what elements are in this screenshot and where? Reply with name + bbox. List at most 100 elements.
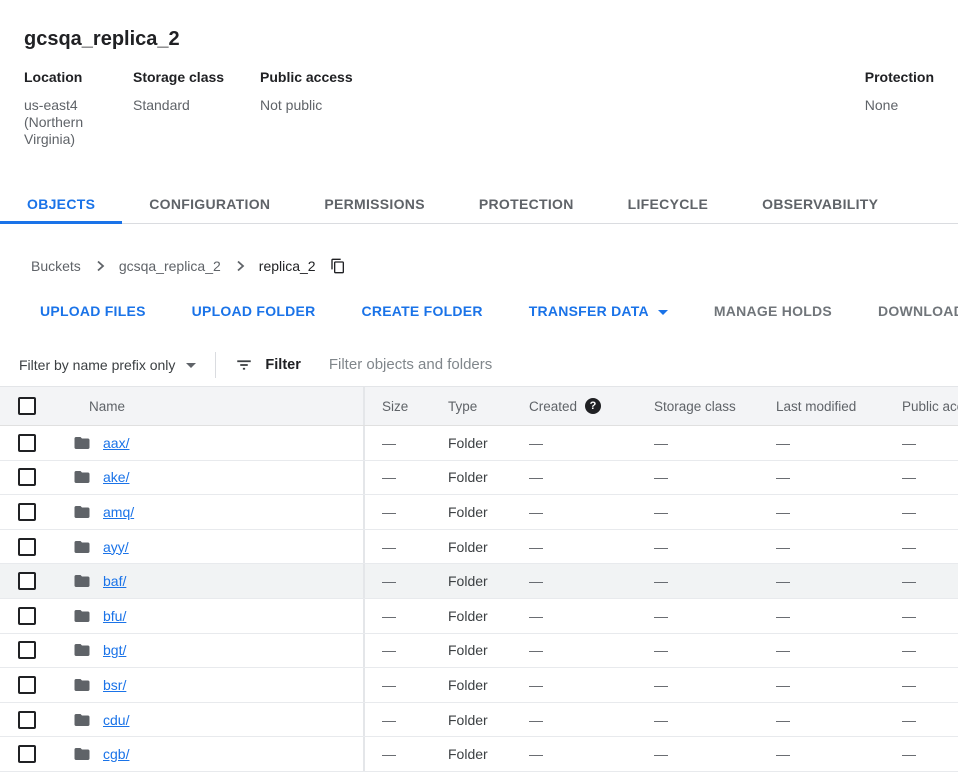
objects-table: Name Size Type Created ? Storage class L…	[0, 387, 958, 772]
row-checkbox[interactable]	[18, 538, 36, 556]
metadata-label: Public access	[260, 69, 865, 85]
row-cell-select	[0, 564, 55, 598]
row-checkbox[interactable]	[18, 711, 36, 729]
row-cell-type: Folder	[425, 573, 513, 589]
row-cell-select	[0, 599, 55, 633]
toolbar-disabled-button[interactable]: MANAGE HOLDS	[714, 303, 832, 319]
folder-link[interactable]: bsr/	[103, 677, 126, 693]
bucket-title: gcsqa_replica_2	[24, 26, 934, 52]
row-cell-last-modified: —	[758, 435, 883, 451]
row-cell-last-modified: —	[758, 539, 883, 555]
tab[interactable]: PROTECTION	[452, 184, 601, 224]
tab[interactable]: CONFIGURATION	[122, 184, 297, 224]
row-cell-public-access: —	[883, 677, 958, 693]
row-cell-select	[0, 461, 55, 495]
folder-link[interactable]: amq/	[103, 504, 134, 520]
metadata-label: Protection	[865, 69, 934, 85]
row-checkbox[interactable]	[18, 745, 36, 763]
breadcrumb-item-bucket[interactable]: gcsqa_replica_2	[119, 258, 221, 274]
folder-icon	[73, 468, 91, 486]
created-column-label: Created	[529, 399, 577, 414]
tab[interactable]: LIFECYCLE	[601, 184, 735, 224]
row-cell-name: ayy/	[55, 530, 365, 564]
row-checkbox[interactable]	[18, 641, 36, 659]
row-checkbox[interactable]	[18, 434, 36, 452]
row-checkbox[interactable]	[18, 676, 36, 694]
row-cell-name: cdu/	[55, 703, 365, 737]
row-cell-type: Folder	[425, 469, 513, 485]
table-row: cdu/ — Folder — — — —	[0, 703, 958, 738]
row-cell-last-modified: —	[758, 677, 883, 693]
folder-link[interactable]: ake/	[103, 469, 129, 485]
content-copy-icon	[330, 258, 346, 274]
row-cell-name: aax/	[55, 426, 365, 460]
breadcrumb-item-buckets[interactable]: Buckets	[31, 258, 81, 274]
row-cell-last-modified: —	[758, 469, 883, 485]
row-checkbox[interactable]	[18, 468, 36, 486]
filter-objects-input[interactable]	[327, 355, 958, 374]
object-toolbar: UPLOAD FILES UPLOAD FOLDER CREATE FOLDER…	[0, 299, 958, 323]
header-cell-select	[0, 387, 55, 425]
metadata-item: Location us-east4 (Northern Virginia)	[24, 69, 133, 148]
toolbar-action-button[interactable]: UPLOAD FOLDER	[192, 303, 316, 319]
row-cell-size: —	[365, 608, 425, 624]
metadata-value: Standard	[133, 97, 260, 114]
tab[interactable]: PERMISSIONS	[297, 184, 452, 224]
row-cell-type: Folder	[425, 504, 513, 520]
folder-link[interactable]: cdu/	[103, 712, 129, 728]
row-cell-select	[0, 703, 55, 737]
metadata-item: Storage class Standard	[133, 69, 260, 148]
table-row: bsr/ — Folder — — — —	[0, 668, 958, 703]
select-all-checkbox[interactable]	[18, 397, 36, 415]
row-cell-select	[0, 668, 55, 702]
row-checkbox[interactable]	[18, 607, 36, 625]
toolbar-disabled-button[interactable]: DOWNLOAD	[878, 303, 958, 319]
tab-bar: OBJECTS CONFIGURATION PERMISSIONS PROTEC…	[0, 184, 958, 224]
metadata-value: us-east4 (Northern Virginia)	[24, 97, 133, 148]
folder-link[interactable]: aax/	[103, 435, 129, 451]
header-cell-type: Type	[425, 399, 513, 414]
folder-link[interactable]: baf/	[103, 573, 126, 589]
row-cell-storage-class: —	[633, 435, 758, 451]
metadata-label: Storage class	[133, 69, 260, 85]
row-cell-created: —	[513, 504, 633, 520]
row-cell-size: —	[365, 573, 425, 589]
row-checkbox[interactable]	[18, 572, 36, 590]
table-body: aax/ — Folder — — — — ake/	[0, 426, 958, 772]
toolbar-action-button[interactable]: CREATE FOLDER	[361, 303, 482, 319]
toolbar-action-button[interactable]: UPLOAD FILES	[40, 303, 146, 319]
row-cell-created: —	[513, 608, 633, 624]
copy-path-button[interactable]	[330, 258, 346, 274]
metadata-value: Not public	[260, 97, 865, 114]
help-icon[interactable]: ?	[585, 398, 601, 414]
table-header-row: Name Size Type Created ? Storage class L…	[0, 387, 958, 426]
tab-label: PERMISSIONS	[324, 196, 425, 212]
row-cell-select	[0, 530, 55, 564]
row-cell-type: Folder	[425, 712, 513, 728]
row-cell-public-access: —	[883, 469, 958, 485]
folder-link[interactable]: ayy/	[103, 539, 129, 555]
row-cell-size: —	[365, 469, 425, 485]
row-cell-created: —	[513, 469, 633, 485]
row-cell-storage-class: —	[633, 642, 758, 658]
toolbar-action-label: DOWNLOAD	[878, 303, 958, 319]
table-row: aax/ — Folder — — — —	[0, 426, 958, 461]
filter-scope-dropdown[interactable]: Filter by name prefix only	[19, 357, 196, 373]
row-cell-created: —	[513, 746, 633, 762]
tab[interactable]: OBSERVABILITY	[735, 184, 905, 224]
folder-link[interactable]: bgt/	[103, 642, 126, 658]
chevron-down-icon	[186, 363, 196, 368]
tab[interactable]: OBJECTS	[0, 184, 122, 224]
row-cell-last-modified: —	[758, 712, 883, 728]
folder-link[interactable]: cgb/	[103, 746, 129, 762]
folder-link[interactable]: bfu/	[103, 608, 126, 624]
row-checkbox[interactable]	[18, 503, 36, 521]
row-cell-storage-class: —	[633, 712, 758, 728]
bucket-metadata-row: Location us-east4 (Northern Virginia) St…	[24, 69, 934, 148]
transfer-data-button[interactable]: TRANSFER DATA	[529, 303, 668, 319]
row-cell-size: —	[365, 435, 425, 451]
vertical-divider	[215, 352, 216, 378]
header-cell-name: Name	[55, 387, 365, 425]
row-cell-public-access: —	[883, 573, 958, 589]
row-cell-size: —	[365, 712, 425, 728]
